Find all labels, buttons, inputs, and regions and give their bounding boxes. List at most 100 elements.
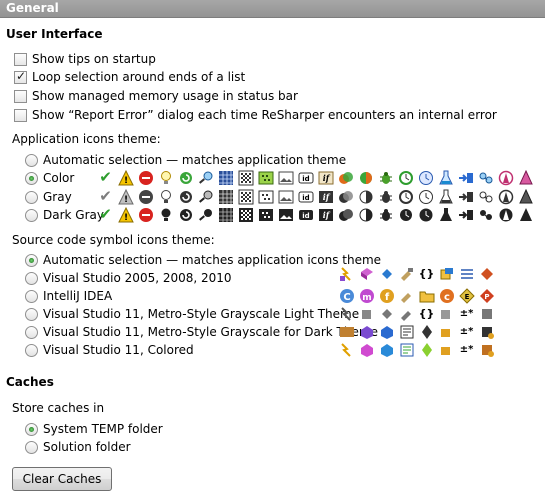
- svg-text:f: f: [384, 292, 389, 303]
- managed-memory-checkbox-box[interactable]: [14, 89, 27, 103]
- checkbox-managed-memory[interactable]: Show managed memory usage in status bar: [14, 88, 298, 104]
- cache-solution-folder-radio[interactable]: [25, 440, 38, 454]
- svg-text:id: id: [302, 212, 309, 220]
- find-icon: [197, 206, 214, 223]
- source-vs2005-radio[interactable]: [25, 271, 38, 285]
- report-error-checkbox-box[interactable]: [14, 108, 27, 122]
- app-dark-gray-radio[interactable]: [25, 208, 38, 222]
- clear-caches-button[interactable]: Clear Caches: [12, 467, 112, 491]
- check-icon: ✔: [99, 205, 112, 223]
- radio-cache-system-temp[interactable]: System TEMP folder: [25, 421, 163, 437]
- matrix-icon: [257, 188, 274, 205]
- radio-source-intellij[interactable]: IntelliJ IDEA: [25, 288, 112, 304]
- flask-icon: [437, 169, 454, 186]
- error-icon: [137, 206, 154, 223]
- cache-system-temp-label: System TEMP folder: [43, 422, 163, 436]
- merge-icon: [337, 169, 354, 186]
- if-icon: if: [317, 206, 334, 223]
- refresh-icon: [177, 206, 194, 223]
- braces-icon: {}: [418, 307, 435, 320]
- svg-text:id: id: [302, 175, 309, 183]
- enum-icon: [438, 341, 455, 358]
- enum-icon: [438, 305, 455, 322]
- radio-app-gray[interactable]: Gray: [25, 189, 72, 205]
- source-intellij-radio[interactable]: [25, 289, 38, 303]
- radio-source-vs2005[interactable]: Visual Studio 2005, 2008, 2010: [25, 270, 232, 286]
- source-vs11-light-label: Visual Studio 11, Metro-Style Grayscale …: [43, 307, 360, 321]
- radio-app-dark-gray[interactable]: Dark Gray: [25, 207, 104, 223]
- if-icon: if: [317, 188, 334, 205]
- clock-icon: [417, 188, 434, 205]
- checkbox-loop-selection[interactable]: Loop selection around ends of a list: [14, 69, 245, 85]
- warning-icon: !: [117, 188, 134, 205]
- show-tips-label: Show tips on startup: [32, 52, 156, 66]
- unit-test-icon: [477, 206, 494, 223]
- grid-icon: [217, 188, 234, 205]
- contrast-icon: [357, 169, 374, 186]
- checker-icon: [237, 188, 254, 205]
- property-icon: [398, 287, 415, 304]
- folder-icon: [418, 287, 435, 304]
- property-icon: [398, 341, 415, 358]
- report-error-label: Show “Report Error” dialog each time ReS…: [32, 108, 497, 122]
- image-icon: [277, 206, 294, 223]
- resharper-icon: [497, 206, 514, 223]
- history-icon: [397, 206, 414, 223]
- error-icon: [137, 188, 154, 205]
- radio-source-vs11-dark[interactable]: Visual Studio 11, Metro-Style Grayscale …: [25, 324, 378, 340]
- radio-cache-solution-folder[interactable]: Solution folder: [25, 439, 131, 455]
- checkbox-show-tips[interactable]: Show tips on startup: [14, 51, 156, 67]
- source-automatic-label: Automatic selection — matches applicatio…: [43, 253, 382, 267]
- svg-text:E: E: [464, 293, 469, 301]
- source-vs2005-label: Visual Studio 2005, 2008, 2010: [43, 271, 232, 285]
- cache-system-temp-radio[interactable]: [25, 422, 38, 436]
- vs11-light-symbol-icons: {} ±*: [338, 305, 495, 322]
- app-automatic-radio[interactable]: [25, 153, 38, 167]
- app-dark-gray-label: Dark Gray: [43, 208, 104, 222]
- radio-app-automatic[interactable]: Automatic selection — matches applicatio…: [25, 152, 346, 168]
- package-icon: P: [478, 287, 495, 304]
- caches-title: Caches: [6, 375, 54, 389]
- radio-source-vs11-colored[interactable]: Visual Studio 11, Colored: [25, 342, 194, 358]
- svg-text:!: !: [123, 213, 127, 223]
- loop-selection-checkbox-box[interactable]: [14, 69, 27, 84]
- checker-icon: [237, 206, 254, 223]
- id-icon: id: [297, 206, 314, 223]
- svg-text:m: m: [362, 293, 371, 303]
- radio-source-automatic[interactable]: Automatic selection — matches applicatio…: [25, 252, 381, 268]
- property-icon: [398, 265, 415, 282]
- lightbulb-icon: [157, 169, 174, 186]
- field-icon: f: [378, 287, 395, 304]
- source-vs11-colored-radio[interactable]: [25, 343, 38, 357]
- merge-icon: [337, 188, 354, 205]
- grid-icon: [217, 206, 234, 223]
- check-icon: ✔: [99, 168, 112, 186]
- app-color-radio[interactable]: [25, 171, 38, 185]
- source-automatic-radio[interactable]: [25, 253, 38, 267]
- matrix-icon: [257, 206, 274, 223]
- delegate-icon: [418, 341, 435, 358]
- field-icon: [378, 323, 395, 340]
- operator-icon: ±*: [459, 307, 474, 319]
- source-vs11-light-radio[interactable]: [25, 307, 38, 321]
- event-icon: [338, 323, 355, 340]
- merge-icon: [337, 206, 354, 223]
- radio-app-color[interactable]: Color: [25, 170, 74, 186]
- checkbox-report-error[interactable]: Show “Report Error” dialog each time ReS…: [14, 107, 497, 123]
- event-icon: [338, 265, 355, 282]
- bug-icon: [377, 169, 394, 186]
- class-icon: [478, 341, 495, 358]
- app-gray-radio[interactable]: [25, 190, 38, 204]
- loop-selection-label: Loop selection around ends of a list: [32, 70, 246, 84]
- find-icon: [197, 169, 214, 186]
- source-vs11-dark-radio[interactable]: [25, 325, 38, 339]
- resharper-icon: [497, 188, 514, 205]
- svg-text:id: id: [302, 194, 309, 202]
- managed-memory-label: Show managed memory usage in status bar: [32, 89, 298, 103]
- class-icon: [478, 305, 495, 322]
- clock-icon: [417, 206, 434, 223]
- history-icon: [397, 169, 414, 186]
- radio-source-vs11-light[interactable]: Visual Studio 11, Metro-Style Grayscale …: [25, 306, 359, 322]
- navigate-icon: [457, 206, 474, 223]
- show-tips-checkbox-box[interactable]: [14, 52, 27, 66]
